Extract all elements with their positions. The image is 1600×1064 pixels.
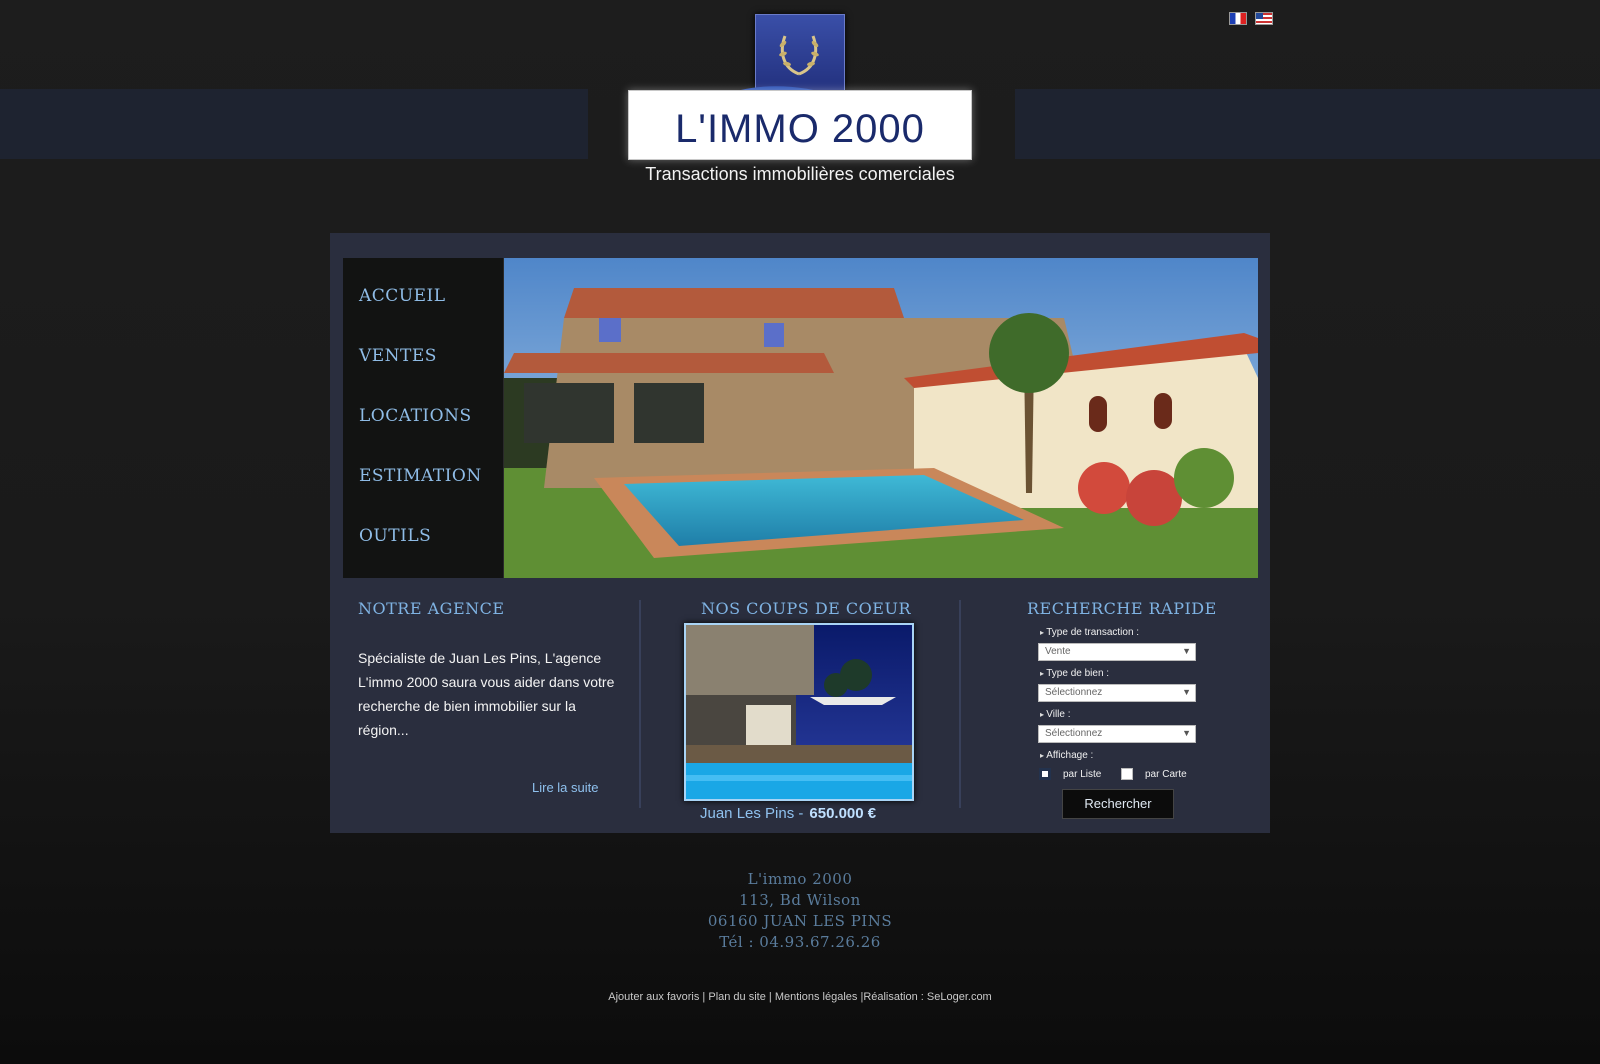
featured-property-image[interactable]: [684, 623, 914, 801]
featured-property-caption[interactable]: Juan Les Pins - 650.000 €: [700, 805, 876, 822]
property-type-select[interactable]: Sélectionnez ▼: [1038, 684, 1196, 702]
property-type-label: Type de bien :: [1040, 668, 1109, 679]
list-view-label: par Liste: [1063, 769, 1102, 780]
hero-banner: ACCUEIL VENTES LOCATIONS ESTIMATION OUTI…: [343, 258, 1258, 578]
city-label: Ville :: [1040, 709, 1070, 720]
nav-item-outils[interactable]: OUTILS: [359, 526, 431, 546]
featured-property-city: Juan Les Pins -: [700, 805, 804, 822]
coups-de-coeur-title: NOS COUPS DE COEUR: [701, 599, 911, 618]
agence-description: Spécialiste de Juan Les Pins, L'agence L…: [358, 650, 615, 738]
transaction-type-value: Vente: [1045, 646, 1071, 657]
agency-city: 06160 JUAN LES PINS: [707, 912, 893, 930]
site-tagline: Transactions immobilières comerciales: [645, 164, 955, 184]
header-band-left: [0, 89, 588, 159]
agency-street: 113, Bd Wilson: [739, 891, 861, 909]
read-more-link[interactable]: Lire la suite: [532, 780, 598, 795]
french-flag-icon[interactable]: [1229, 12, 1247, 25]
list-view-checkbox[interactable]: [1039, 768, 1051, 780]
transaction-type-label: Type de transaction :: [1040, 627, 1139, 638]
nav-item-locations[interactable]: LOCATIONS: [359, 406, 472, 426]
nav-item-ventes[interactable]: VENTES: [359, 346, 437, 366]
logo-text: L'IMMO 2000: [675, 106, 925, 151]
nav-item-estimation[interactable]: ESTIMATION: [359, 466, 482, 486]
chevron-down-icon: ▼: [1182, 687, 1191, 697]
featured-property-price: 650.000 €: [809, 805, 877, 822]
column-divider: [639, 600, 641, 808]
credits-link[interactable]: Réalisation : SeLoger.com: [863, 991, 991, 1003]
map-view-label: par Carte: [1145, 769, 1187, 780]
villa-pool-photo: [504, 258, 1258, 578]
transaction-type-select[interactable]: Vente ▼: [1038, 643, 1196, 661]
language-switcher: [1229, 12, 1273, 25]
agence-title: NOTRE AGENCE: [358, 599, 505, 618]
site-logo[interactable]: L'IMMO 2000: [628, 14, 972, 160]
modern-house-photo: [686, 625, 912, 799]
nav-item-accueil[interactable]: ACCUEIL: [359, 286, 446, 306]
property-type-value: Sélectionnez: [1045, 687, 1103, 698]
search-button[interactable]: Rechercher: [1062, 789, 1174, 819]
quick-search-title: RECHERCHE RAPIDE: [1027, 599, 1217, 618]
agency-phone: Tél : 04.93.67.26.26: [719, 933, 881, 951]
us-flag-icon[interactable]: [1255, 12, 1273, 25]
footer-separator: |: [699, 991, 709, 1003]
sitemap-link[interactable]: Plan du site: [708, 991, 765, 1003]
footer-links: Ajouter aux favoris | Plan du site | Men…: [560, 991, 1040, 1003]
display-mode-label: Affichage :: [1040, 750, 1093, 761]
chevron-down-icon: ▼: [1182, 728, 1191, 738]
map-view-checkbox[interactable]: [1121, 768, 1133, 780]
city-value: Sélectionnez: [1045, 728, 1103, 739]
legal-notice-link[interactable]: Mentions légales: [775, 991, 858, 1003]
main-nav: ACCUEIL VENTES LOCATIONS ESTIMATION OUTI…: [343, 258, 504, 578]
agency-name: L'immo 2000: [747, 870, 853, 888]
header-band-right: [1015, 89, 1600, 159]
city-select[interactable]: Sélectionnez ▼: [1038, 725, 1196, 743]
logo-wordmark-box: L'IMMO 2000: [628, 90, 972, 160]
chevron-down-icon: ▼: [1182, 646, 1191, 656]
column-divider: [959, 600, 961, 808]
footer-separator: |: [765, 991, 775, 1003]
add-favorites-link[interactable]: Ajouter aux favoris: [608, 991, 699, 1003]
